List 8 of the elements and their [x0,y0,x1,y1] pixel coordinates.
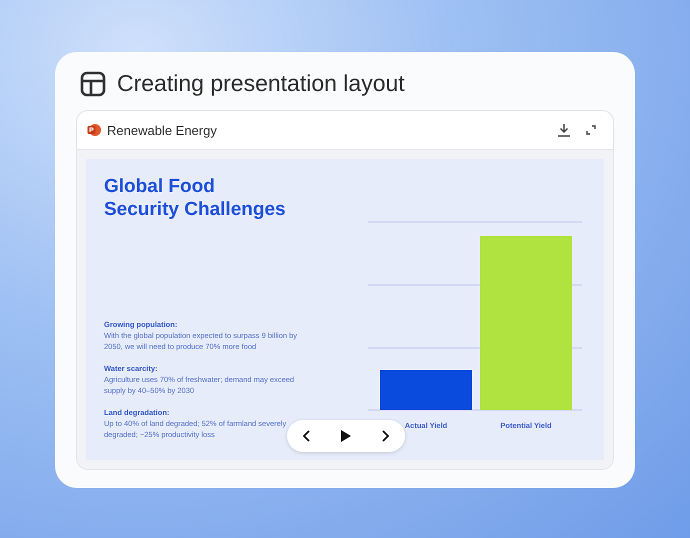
play-icon [340,429,352,443]
presentation-file-icon [87,123,101,137]
download-icon [557,123,571,137]
slide-title: Global Food Security Challenges [104,175,287,221]
card-title: Creating presentation layout [117,70,405,97]
file-name: Renewable Energy [107,122,218,138]
layout-icon [80,70,106,96]
expand-icon [585,124,597,136]
